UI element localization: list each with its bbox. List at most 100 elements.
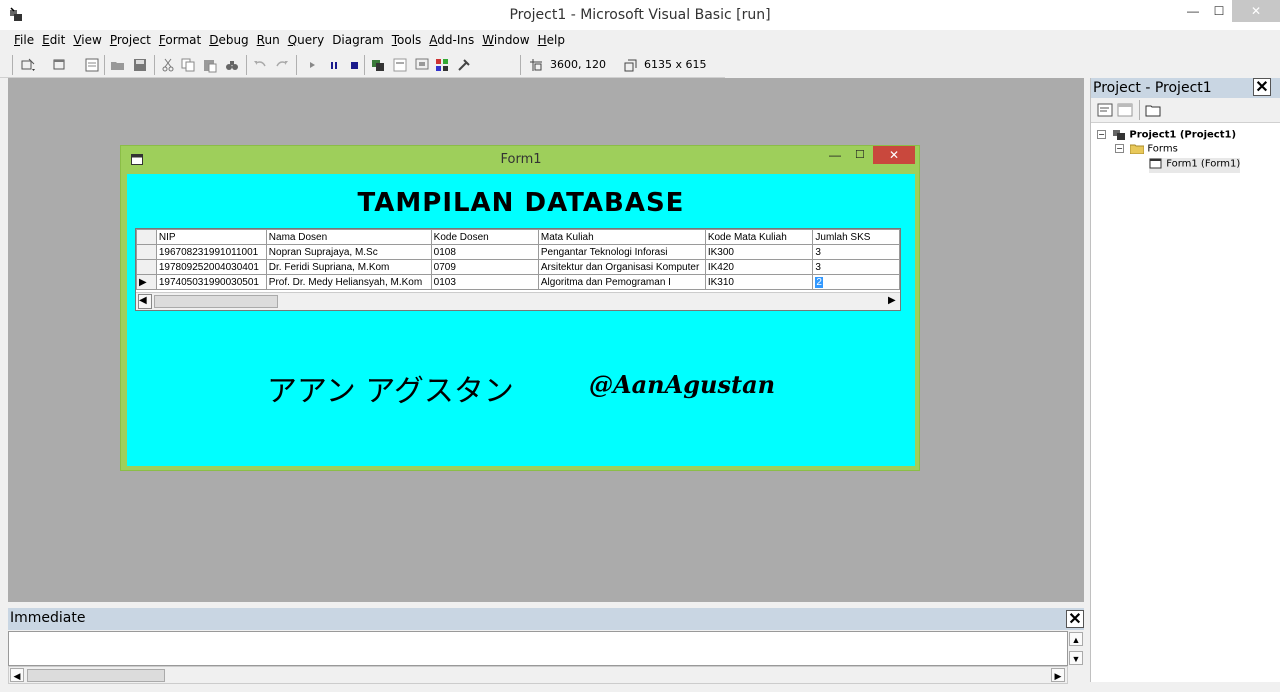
immediate-title: Immediate [8, 608, 1084, 630]
grid-column-header[interactable]: NIP [155, 229, 267, 245]
toolbox-icon[interactable] [456, 57, 472, 73]
save-icon[interactable] [132, 57, 148, 73]
grid-cell[interactable]: Algoritma dan Pemograman I [537, 274, 706, 290]
menu-item[interactable]: Diagram [328, 30, 388, 51]
view-object-icon[interactable] [1117, 103, 1133, 117]
scroll-thumb[interactable] [27, 669, 165, 682]
immediate-input[interactable] [8, 631, 1068, 666]
view-code-icon[interactable] [1097, 103, 1113, 117]
grid-column-header[interactable]: Mata Kuliah [537, 229, 706, 245]
break-icon[interactable] [326, 57, 342, 73]
menu-editor-icon[interactable] [84, 57, 100, 73]
grid-cell-active[interactable]: 2 [812, 274, 900, 290]
grid-cell[interactable]: 0103 [430, 274, 539, 290]
menu-label: ools [397, 33, 422, 47]
add-project-icon[interactable] [20, 57, 36, 73]
selected-cell-text[interactable]: 2 [815, 276, 823, 288]
immediate-horizontal-scrollbar[interactable]: ◀ ▶ [8, 666, 1068, 684]
undo-icon[interactable] [252, 57, 268, 73]
menu-label: indow [493, 33, 530, 47]
toggle-folders-icon[interactable] [1145, 103, 1161, 117]
menu-item[interactable]: Debug [205, 30, 252, 51]
grid-horizontal-scrollbar[interactable]: ◀ ▶ [136, 292, 900, 310]
grid-cell[interactable]: Arsitektur dan Organisasi Komputer [537, 259, 706, 275]
scroll-right-arrow-icon[interactable]: ▶ [1051, 668, 1065, 682]
redo-icon[interactable] [274, 57, 290, 73]
grid-cell[interactable]: Nopran Suprajaya, M.Sc [265, 244, 432, 260]
properties-icon[interactable] [392, 57, 408, 73]
grid-column-header[interactable]: Kode Dosen [430, 229, 539, 245]
menu-item[interactable]: Help [534, 30, 569, 51]
grid-cell[interactable]: 196708231991011001 [155, 244, 267, 260]
collapse-icon[interactable]: − [1115, 144, 1124, 153]
grid-column-header[interactable]: Jumlah SKS [812, 229, 900, 245]
menu-item[interactable]: Format [155, 30, 205, 51]
form-heading: TAMPILAN DATABASE [357, 188, 685, 218]
grid-cell[interactable]: 0108 [430, 244, 539, 260]
tree-node-project[interactable]: − Project1 (Project1) [1097, 128, 1236, 143]
grid-cell[interactable]: IK420 [704, 259, 814, 275]
grid-cell[interactable]: 3 [812, 244, 900, 260]
scroll-left-arrow-icon[interactable]: ◀ [10, 668, 24, 682]
form1-minimize-button[interactable]: — [829, 148, 843, 164]
grid-cell[interactable]: 197405031990030501 [155, 274, 267, 290]
grid-column-header[interactable]: Nama Dosen [265, 229, 432, 245]
grid-cell[interactable]: IK310 [704, 274, 814, 290]
project-panel-close-button[interactable]: ✕ [1253, 78, 1271, 96]
grid-cell[interactable]: Dr. Feridi Supriana, M.Kom [265, 259, 432, 275]
start-icon[interactable] [304, 57, 320, 73]
tree-node-form1[interactable]: Form1 (Form1) [1149, 158, 1241, 173]
open-icon[interactable] [110, 57, 126, 73]
end-icon[interactable] [346, 57, 362, 73]
add-form-icon[interactable] [52, 57, 68, 73]
menu-label: Diagram [332, 33, 384, 47]
row-selector[interactable] [136, 244, 157, 260]
collapse-icon[interactable]: − [1097, 130, 1106, 139]
data-grid[interactable]: NIP Nama Dosen Kode Dosen Mata Kuliah Ko… [135, 228, 901, 311]
project-explorer-panel: Project - Project1 ✕ − Project1 (Project… [1090, 78, 1280, 682]
grid-column-header[interactable]: Kode Mata Kuliah [704, 229, 814, 245]
immediate-window: Immediate ✕ ▲ ▼ ◀ ▶ [8, 608, 1084, 684]
current-row-indicator[interactable]: ▶ [136, 274, 157, 290]
paste-icon[interactable] [202, 57, 218, 73]
table-row[interactable]: 197809252004030401 Dr. Feridi Supriana, … [136, 259, 900, 275]
form1-maximize-button[interactable]: ☐ [855, 148, 869, 164]
grid-cell[interactable]: 0709 [430, 259, 539, 275]
japanese-name-label: アアン アグスタン [267, 374, 514, 409]
menu-item[interactable]: Project [106, 30, 155, 51]
grid-cell[interactable]: 197809252004030401 [155, 259, 267, 275]
menu-item[interactable]: Tools [388, 30, 426, 51]
scroll-up-arrow-icon[interactable]: ▲ [1069, 632, 1083, 646]
grid-cell[interactable]: 3 [812, 259, 900, 275]
menu-item[interactable]: Query [284, 30, 328, 51]
form1-window[interactable]: Form1 — ☐ ✕ TAMPILAN DATABASE NIP Nama D… [120, 145, 920, 471]
scroll-thumb[interactable] [154, 295, 278, 308]
table-row[interactable]: 196708231991011001 Nopran Suprajaya, M.S… [136, 244, 900, 260]
grid-cell[interactable]: Prof. Dr. Medy Heliansyah, M.Kom [265, 274, 432, 290]
menu-item[interactable]: Edit [38, 30, 69, 51]
object-browser-icon[interactable] [434, 57, 450, 73]
cut-icon[interactable] [160, 57, 176, 73]
menu-item[interactable]: View [69, 30, 105, 51]
menu-item[interactable]: File [10, 30, 38, 51]
find-icon[interactable] [224, 57, 240, 73]
scroll-right-arrow-icon[interactable]: ▶ [888, 295, 896, 306]
tree-node-forms[interactable]: − Forms [1115, 143, 1178, 158]
grid-cell[interactable]: Pengantar Teknologi Inforasi [537, 244, 706, 260]
toolbar-separator [364, 55, 365, 75]
close-button[interactable]: ✕ [1232, 0, 1280, 22]
menu-item[interactable]: Run [253, 30, 284, 51]
form1-item-label: Form1 (Form1) [1166, 158, 1241, 170]
project-explorer-icon[interactable] [370, 57, 386, 73]
form-layout-icon[interactable] [414, 57, 430, 73]
immediate-vertical-scrollbar[interactable]: ▲ ▼ [1068, 631, 1084, 684]
menu-item[interactable]: Window [478, 30, 533, 51]
menu-item[interactable]: Add-Ins [425, 30, 478, 51]
form1-close-button[interactable]: ✕ [873, 146, 915, 164]
grid-cell[interactable]: IK300 [704, 244, 814, 260]
row-selector[interactable] [136, 259, 157, 275]
copy-icon[interactable] [180, 57, 196, 73]
immediate-close-button[interactable]: ✕ [1066, 610, 1084, 628]
table-row[interactable]: ▶ 197405031990030501 Prof. Dr. Medy Heli… [136, 274, 900, 290]
scroll-down-arrow-icon[interactable]: ▼ [1069, 651, 1083, 665]
